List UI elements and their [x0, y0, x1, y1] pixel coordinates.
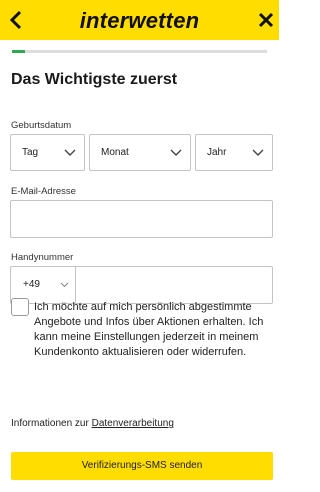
email-label: E-Mail-Adresse	[11, 186, 76, 197]
chevron-down-icon	[252, 149, 264, 156]
consent-checkbox[interactable]	[11, 298, 29, 316]
page-title: Das Wichtigste zuerst	[11, 71, 178, 88]
year-select[interactable]: Jahr	[195, 134, 273, 171]
interwetten-logo: interwetten	[79, 8, 200, 33]
month-select[interactable]: Monat	[89, 134, 191, 171]
data-processing-link[interactable]: Datenverarbeitung	[92, 418, 174, 429]
send-sms-button[interactable]: Verifizierungs-SMS senden	[11, 452, 273, 480]
consent-text: Ich möchte auf mich persönlich abgestimm…	[34, 301, 264, 358]
progress-fill	[12, 50, 25, 53]
day-select[interactable]: Tag	[10, 134, 85, 171]
chevron-down-icon	[64, 149, 76, 156]
year-select-value: Jahr	[207, 147, 227, 158]
info-line: Informationen zur Datenverarbeitung	[11, 418, 174, 429]
close-icon	[258, 12, 274, 28]
chevron-down-icon	[170, 149, 182, 156]
email-field[interactable]	[10, 200, 273, 238]
header-bar: interwetten	[0, 0, 279, 40]
progress-bar	[12, 50, 267, 53]
day-select-value: Tag	[22, 147, 39, 158]
chevron-down-icon	[60, 282, 69, 288]
country-code-value: +49	[23, 279, 40, 290]
phone-label: Handynummer	[11, 252, 74, 263]
phone-field-group: +49	[10, 266, 273, 304]
close-button[interactable]	[257, 10, 275, 30]
month-select-value: Monat	[101, 147, 129, 158]
info-prefix: Informationen zur	[11, 418, 89, 429]
birthdate-label: Geburtsdatum	[11, 120, 72, 131]
phone-number-input[interactable]	[77, 267, 272, 303]
